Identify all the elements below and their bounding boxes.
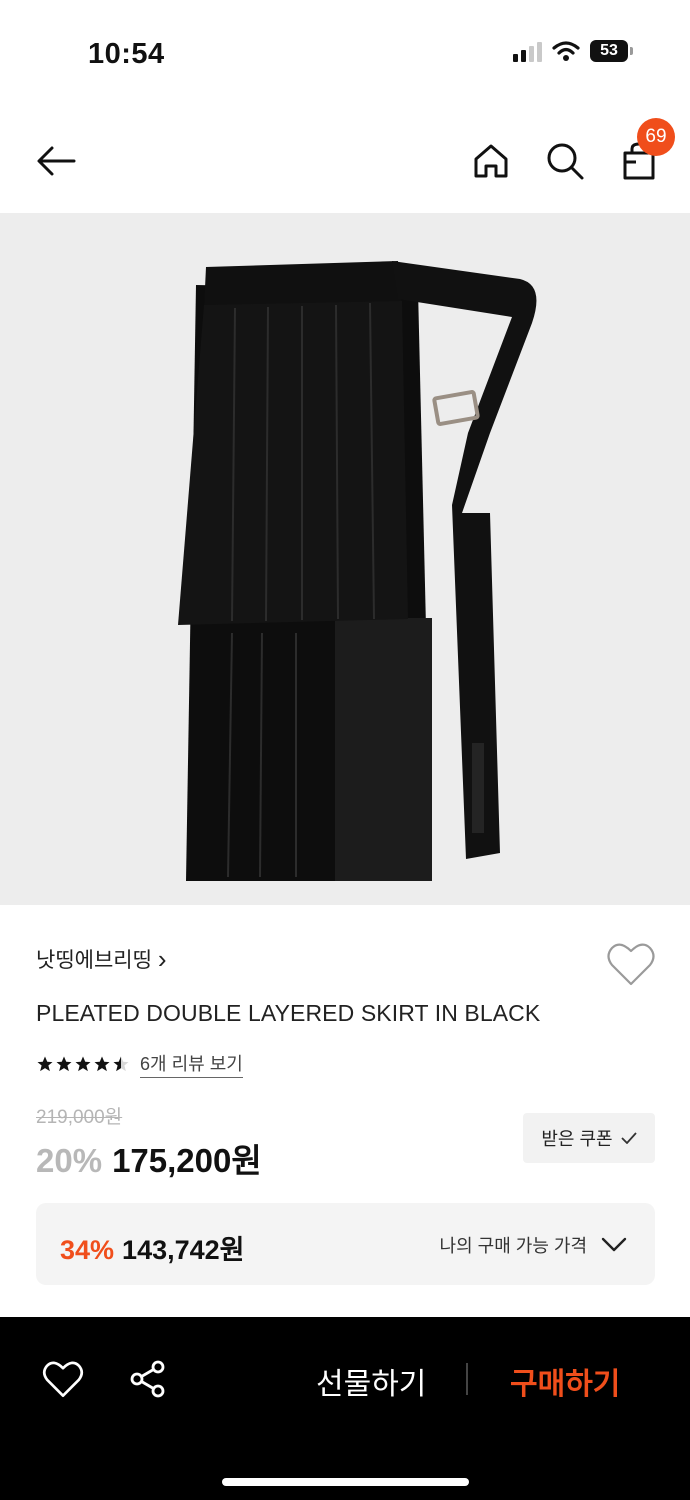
- chevron-right-icon: ›: [157, 944, 167, 974]
- star-icon: [94, 1056, 110, 1072]
- buy-button[interactable]: 구매하기: [510, 1359, 620, 1403]
- check-icon: [620, 1132, 637, 1144]
- home-icon: [474, 144, 508, 178]
- star-icon: [37, 1056, 53, 1072]
- chevron-down-icon: [601, 1237, 627, 1252]
- my-price-values: 34% 143,742원: [60, 1228, 245, 1267]
- skirt-illustration: [178, 261, 537, 881]
- share-icon: [130, 1360, 165, 1398]
- star-icon: [56, 1056, 72, 1072]
- discount-rate: 20%: [36, 1142, 103, 1179]
- cellular-signal-icon: [513, 40, 542, 62]
- home-indicator[interactable]: [222, 1478, 469, 1486]
- top-nav: [0, 115, 690, 205]
- sale-price: 175,200원: [112, 1142, 262, 1179]
- back-button[interactable]: [32, 137, 80, 185]
- my-discount-rate: 34%: [60, 1235, 115, 1265]
- product-image[interactable]: [0, 213, 690, 905]
- price-row: 20% 175,200원: [36, 1134, 262, 1182]
- divider: [466, 1363, 468, 1395]
- wifi-icon: [552, 41, 580, 61]
- search-icon: [547, 143, 584, 180]
- status-bar: 10:54 53: [0, 0, 690, 100]
- original-price: 219,000원: [36, 1107, 123, 1128]
- battery-icon: 53: [590, 40, 633, 62]
- bottom-action-bar: 선물하기 구매하기: [0, 1317, 690, 1500]
- wishlist-button[interactable]: [606, 940, 656, 988]
- product-title: PLEATED DOUBLE LAYERED SKIRT IN BLACK: [36, 1000, 541, 1026]
- received-coupon-button[interactable]: 받은 쿠폰: [523, 1113, 655, 1163]
- cart-count-badge: 69: [637, 118, 675, 156]
- heart-icon: [607, 943, 655, 986]
- star-rating: [36, 1055, 130, 1073]
- review-link[interactable]: 6개 리뷰 보기: [140, 1050, 243, 1078]
- status-time: 10:54: [88, 38, 165, 70]
- brand-link[interactable]: 낫띵에브리띵 ›: [36, 944, 167, 974]
- wishlist-bottom-button[interactable]: [42, 1359, 84, 1399]
- search-button[interactable]: [541, 137, 589, 185]
- my-price-box[interactable]: 34% 143,742원 나의 구매 가능 가격: [36, 1203, 655, 1285]
- my-price-label: 나의 구매 가능 가격: [439, 1236, 587, 1256]
- share-button[interactable]: [128, 1359, 168, 1399]
- status-indicators: 53: [513, 40, 633, 62]
- heart-icon: [42, 1361, 84, 1397]
- my-price-toggle[interactable]: 나의 구매 가능 가격: [440, 1232, 627, 1258]
- star-half-icon: [113, 1056, 129, 1072]
- back-arrow-icon: [37, 146, 76, 176]
- coupon-label: 받은 쿠폰: [541, 1129, 613, 1149]
- star-icon: [75, 1056, 91, 1072]
- rating-row: 6개 리뷰 보기: [36, 1050, 243, 1078]
- gift-button[interactable]: 선물하기: [316, 1359, 426, 1403]
- brand-name: 낫띵에브리띵: [36, 949, 152, 972]
- home-button[interactable]: [467, 137, 515, 185]
- my-price: 143,742원: [122, 1235, 245, 1265]
